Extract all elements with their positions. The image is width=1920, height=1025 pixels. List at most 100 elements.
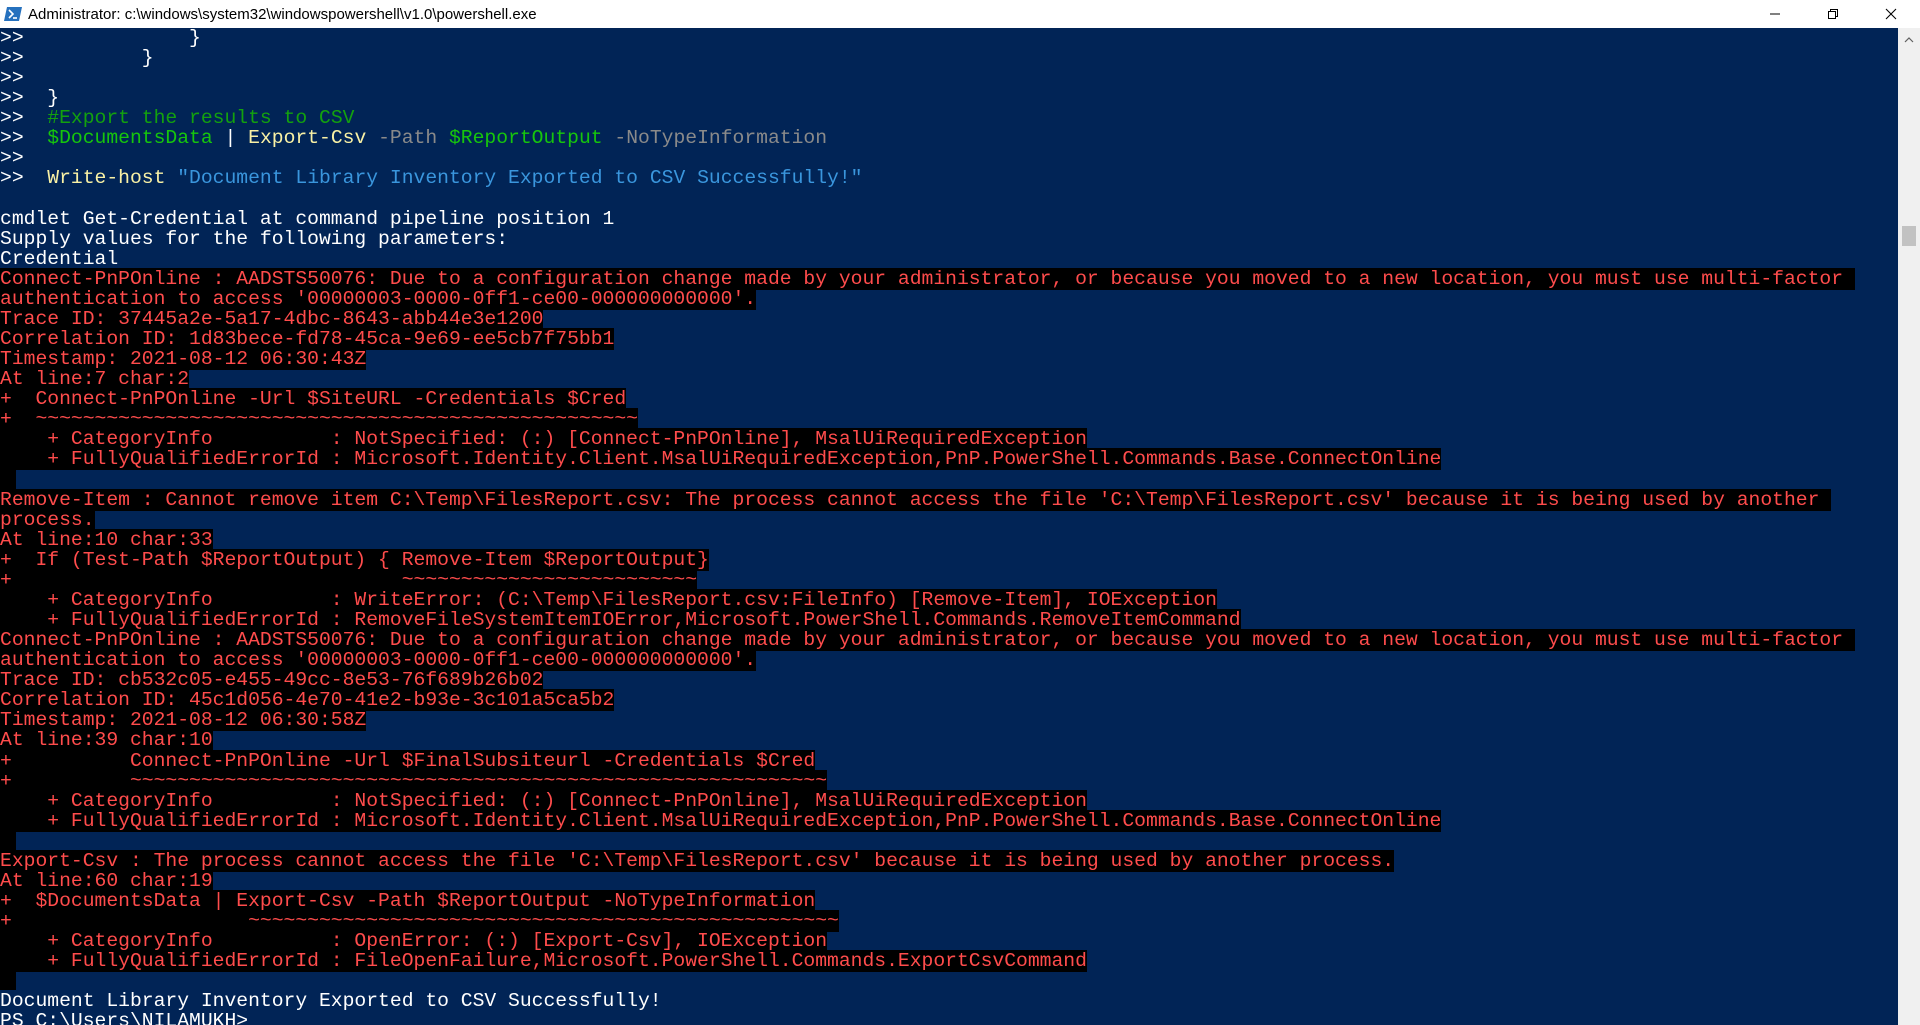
- line-text: + ~~~~~~~~~~~~~~~~~~~~~~~~~: [0, 568, 698, 591]
- script-token: $ReportOutput: [448, 127, 603, 150]
- minimize-button[interactable]: [1746, 0, 1804, 28]
- error-line: Timestamp: 2021-08-12 06:30:43Z: [0, 348, 367, 371]
- continuation-prompt: >>: [0, 107, 24, 130]
- error-line: process.: [0, 508, 95, 531]
- title-bar[interactable]: Administrator: c:\windows\system32\windo…: [0, 0, 1920, 28]
- output-line: Supply values for the following paramete…: [0, 227, 509, 250]
- line-text: cmdlet Get-Credential at command pipelin…: [0, 207, 615, 230]
- error-line: + FullyQualifiedErrorId : FileOpenFailur…: [0, 950, 1087, 973]
- blank-error-marker: [0, 971, 16, 992]
- line-text: + FullyQualifiedErrorId : RemoveFileSyst…: [0, 609, 1241, 632]
- error-line: Trace ID: cb532c05-e455-49cc-8e53-76f689…: [0, 669, 544, 692]
- line-text: Connect-PnPOnline : AADSTS50076: Due to …: [0, 267, 1855, 290]
- error-line: At line:7 char:2: [0, 368, 190, 391]
- error-line: + $DocumentsData | Export-Csv -Path $Rep…: [0, 890, 816, 912]
- error-line: [0, 469, 16, 490]
- script-token: }: [23, 87, 60, 110]
- line-text: process.: [0, 508, 95, 531]
- line-text: + FullyQualifiedErrorId : Microsoft.Iden…: [0, 448, 1442, 471]
- error-line: Correlation ID: 45c1d056-4e70-41e2-b93e-…: [0, 689, 615, 712]
- line-text: + ~~~~~~~~~~~~~~~~~~~~~~~~~~~~~~~~~~~~~~…: [0, 910, 839, 933]
- error-line: + ~~~~~~~~~~~~~~~~~~~~~~~~~~~~~~~~~~~~~~…: [0, 769, 828, 792]
- continuation-prompt: >>: [0, 87, 24, 110]
- error-line: + FullyQualifiedErrorId : Microsoft.Iden…: [0, 809, 1442, 832]
- line-text: PS C:\Users\NILAMUKH>: [0, 1010, 249, 1025]
- error-line: + Connect-PnPOnline -Url $SiteURL -Crede…: [0, 388, 627, 411]
- line-text: At line:60 char:19: [0, 869, 213, 892]
- line-text: + Connect-PnPOnline -Url $SiteURL -Crede…: [0, 388, 627, 411]
- script-token: $DocumentsData: [23, 127, 213, 150]
- continuation-prompt: >>: [0, 47, 24, 70]
- error-line: + CategoryInfo : OpenError: (:) [Export-…: [0, 930, 828, 953]
- continuation-prompt: >>: [0, 167, 24, 190]
- line-text: + Connect-PnPOnline -Url $FinalSubsiteur…: [0, 749, 816, 772]
- output-line: Credential: [0, 247, 119, 270]
- line-text: Credential: [0, 247, 119, 270]
- error-line: Trace ID: 37445a2e-5a17-4dbc-8643-abb44e…: [0, 307, 544, 330]
- error-line: Timestamp: 2021-08-12 06:30:58Z: [0, 709, 367, 732]
- powershell-window: Administrator: c:\windows\system32\windo…: [0, 0, 1920, 1025]
- window-controls: [1746, 0, 1920, 28]
- line-text: At line:10 char:33: [0, 528, 213, 551]
- line-text: + FullyQualifiedErrorId : Microsoft.Iden…: [0, 809, 1442, 832]
- script-token: }: [23, 47, 154, 70]
- line-text: + CategoryInfo : NotSpecified: (:) [Conn…: [0, 428, 1087, 451]
- error-line: + CategoryInfo : WriteError: (C:\Temp\Fi…: [0, 588, 1217, 611]
- line-text: + If (Test-Path $ReportOutput) { Remove-…: [0, 548, 709, 571]
- line-text: authentication to access '00000003-0000-…: [0, 649, 757, 672]
- line-text: Connect-PnPOnline : AADSTS50076: Due to …: [0, 629, 1855, 652]
- script-line: >>: [0, 68, 24, 88]
- line-text: + $DocumentsData | Export-Csv -Path $Rep…: [0, 890, 816, 912]
- error-line: + ~~~~~~~~~~~~~~~~~~~~~~~~~~~~~~~~~~~~~~…: [0, 408, 638, 431]
- line-text: Supply values for the following paramete…: [0, 227, 509, 250]
- error-line: + If (Test-Path $ReportOutput) { Remove-…: [0, 548, 709, 571]
- line-text: Correlation ID: 1d83bece-fd78-45ca-9e69-…: [0, 328, 615, 351]
- line-text: Export-Csv : The process cannot access t…: [0, 849, 1395, 872]
- error-line: + FullyQualifiedErrorId : Microsoft.Iden…: [0, 448, 1442, 471]
- error-line: [0, 830, 16, 851]
- error-line: + FullyQualifiedErrorId : RemoveFileSyst…: [0, 609, 1241, 632]
- error-line: Export-Csv : The process cannot access t…: [0, 849, 1395, 872]
- script-token: -NoTypeInformation: [602, 127, 828, 150]
- output-line: cmdlet Get-Credential at command pipelin…: [0, 207, 615, 230]
- close-button[interactable]: [1862, 0, 1920, 28]
- line-text: + ~~~~~~~~~~~~~~~~~~~~~~~~~~~~~~~~~~~~~~…: [0, 408, 638, 431]
- console-output[interactable]: >> } >> } >> >> } >> #Export the results to …: [0, 28, 1898, 1025]
- error-line: At line:10 char:33: [0, 528, 213, 551]
- error-line: + CategoryInfo : NotSpecified: (:) [Conn…: [0, 789, 1087, 812]
- script-token: Export-Csv: [248, 127, 367, 150]
- error-line: Connect-PnPOnline : AADSTS50076: Due to …: [0, 629, 1855, 652]
- error-line: + ~~~~~~~~~~~~~~~~~~~~~~~~~: [0, 568, 698, 591]
- chevron-up-icon: [1904, 37, 1914, 43]
- script-line: >> Write-host "Document Library Inventor…: [0, 168, 862, 188]
- script-line: >> #Export the results to CSV: [0, 108, 354, 128]
- scroll-up-button[interactable]: [1898, 32, 1920, 48]
- line-text: Trace ID: 37445a2e-5a17-4dbc-8643-abb44e…: [0, 307, 544, 330]
- error-line: Correlation ID: 1d83bece-fd78-45ca-9e69-…: [0, 328, 615, 351]
- vertical-scrollbar[interactable]: [1898, 28, 1920, 1025]
- line-text: + CategoryInfo : WriteError: (C:\Temp\Fi…: [0, 588, 1217, 611]
- error-line: Connect-PnPOnline : AADSTS50076: Due to …: [0, 267, 1855, 290]
- continuation-prompt: >>: [0, 127, 24, 150]
- script-token: "Document Library Inventory Exported to …: [165, 167, 863, 190]
- error-line: + Connect-PnPOnline -Url $FinalSubsiteur…: [0, 749, 816, 772]
- scroll-thumb[interactable]: [1902, 226, 1916, 246]
- line-text: Timestamp: 2021-08-12 06:30:58Z: [0, 709, 367, 732]
- line-text: + FullyQualifiedErrorId : FileOpenFailur…: [0, 950, 1087, 973]
- line-text: + ~~~~~~~~~~~~~~~~~~~~~~~~~~~~~~~~~~~~~~…: [0, 769, 828, 792]
- error-line: + CategoryInfo : NotSpecified: (:) [Conn…: [0, 428, 1087, 451]
- line-text: + CategoryInfo : NotSpecified: (:) [Conn…: [0, 789, 1087, 812]
- error-line: At line:60 char:19: [0, 869, 213, 892]
- script-token: #Export the results to CSV: [23, 107, 355, 130]
- blank-error-marker: [0, 830, 16, 851]
- line-text: Correlation ID: 45c1d056-4e70-41e2-b93e-…: [0, 689, 615, 712]
- error-line: + ~~~~~~~~~~~~~~~~~~~~~~~~~~~~~~~~~~~~~~…: [0, 910, 839, 933]
- continuation-prompt: >>: [0, 147, 24, 170]
- close-icon: [1885, 8, 1897, 20]
- line-text: At line:39 char:10: [0, 729, 213, 752]
- line-text: Timestamp: 2021-08-12 06:30:43Z: [0, 348, 367, 371]
- script-line: >> }: [0, 48, 154, 68]
- restore-icon: [1828, 9, 1838, 19]
- line-text: Trace ID: cb532c05-e455-49cc-8e53-76f689…: [0, 669, 544, 692]
- restore-button[interactable]: [1804, 0, 1862, 28]
